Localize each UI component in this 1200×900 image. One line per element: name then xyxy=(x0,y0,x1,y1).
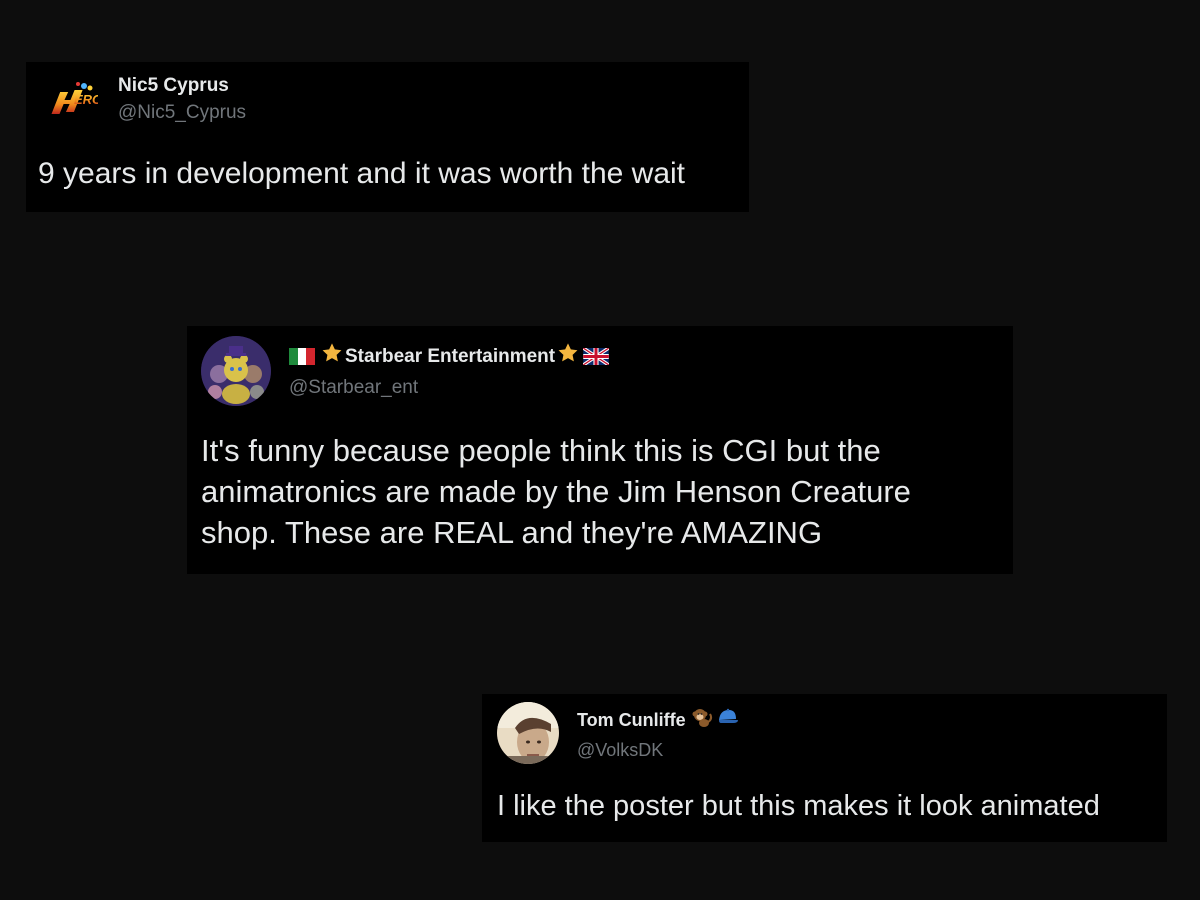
display-name[interactable]: Nic5 Cyprus xyxy=(118,75,246,97)
cap-icon xyxy=(716,705,740,734)
display-name-text[interactable]: Nic5 Cyprus xyxy=(118,75,229,97)
tweet-card[interactable]: ERO Nic5 Cyprus @Nic5_Cyprus 9 years in … xyxy=(26,62,749,212)
hero-logo-icon[interactable]: ERO xyxy=(46,74,98,126)
tweet-author: Tom Cunliffe @VolksDK xyxy=(577,705,740,761)
display-name[interactable]: Starbear Entertainment xyxy=(289,342,610,371)
star-icon xyxy=(557,342,579,371)
tweet-text: I like the poster but this makes it look… xyxy=(497,790,1100,822)
italy-flag-icon xyxy=(289,348,316,365)
display-name-text[interactable]: Starbear Entertainment xyxy=(345,345,555,369)
handle[interactable]: @Nic5_Cyprus xyxy=(118,101,246,125)
tweet-card[interactable]: Starbear Entertainment @Starbear_ent It'… xyxy=(187,326,1013,574)
tweet-card[interactable]: Tom Cunliffe @VolksDK I like the poster … xyxy=(482,694,1167,842)
person-photo-avatar[interactable] xyxy=(497,702,559,764)
svg-text:ERO: ERO xyxy=(74,92,98,107)
tweet-text: It's funny because people think this is … xyxy=(201,433,911,550)
tweet-header: Starbear Entertainment @Starbear_ent xyxy=(201,336,610,406)
display-name-text[interactable]: Tom Cunliffe xyxy=(577,709,686,731)
handle[interactable]: @VolksDK xyxy=(577,739,740,761)
canvas: ERO Nic5 Cyprus @Nic5_Cyprus 9 years in … xyxy=(0,0,1200,900)
tweet-author: Starbear Entertainment @Starbear_ent xyxy=(289,342,610,400)
uk-flag-icon xyxy=(582,346,610,367)
animatronic-bears-avatar[interactable] xyxy=(201,336,271,406)
star-icon xyxy=(321,342,343,371)
tweet-text: 9 years in development and it was worth … xyxy=(38,157,686,190)
tweet-header: Tom Cunliffe @VolksDK xyxy=(497,702,740,764)
tweet-header: ERO Nic5 Cyprus @Nic5_Cyprus xyxy=(46,74,246,126)
handle[interactable]: @Starbear_ent xyxy=(289,376,609,400)
tweet-author: Nic5 Cyprus @Nic5_Cyprus xyxy=(118,75,246,125)
display-name[interactable]: Tom Cunliffe xyxy=(577,705,740,734)
monkey-icon xyxy=(690,705,714,734)
